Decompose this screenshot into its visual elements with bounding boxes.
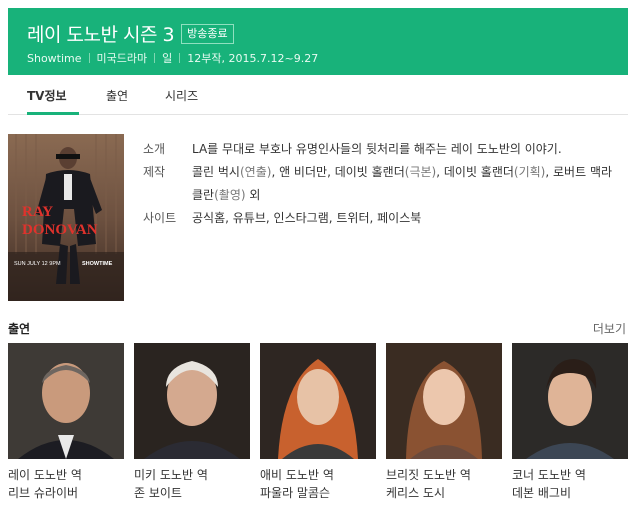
cast-item[interactable]: 미키 도노반 역 존 보이트 [134, 343, 250, 503]
cast-name[interactable]: 파울라 말콤슨 [260, 483, 376, 503]
divider [88, 53, 90, 63]
cast-role: 애비 도노반 역 [260, 468, 334, 482]
cast-role: 레이 도노반 역 [8, 468, 82, 482]
production-role: (극본) [404, 165, 437, 179]
cast-name[interactable]: 케리스 도시 [386, 483, 502, 503]
tab-cast[interactable]: 출연 [106, 87, 128, 104]
air-day-text: 일 [162, 52, 173, 65]
tab-bar: TV정보 출연 시리즈 [8, 75, 628, 115]
production-role: (기획) [513, 165, 546, 179]
status-badge: 방송종료 [181, 23, 234, 44]
cast-photo[interactable] [512, 343, 628, 459]
more-link[interactable]: 더보기 [593, 320, 626, 337]
poster-title-1: RAY [22, 204, 53, 220]
poster-network-logo: SHOWTIME [82, 261, 113, 267]
production-suffix: 외 [245, 188, 261, 202]
production-role: (연출) [239, 165, 272, 179]
cast-name[interactable]: 리브 슈라이버 [8, 483, 124, 503]
cast-photo[interactable] [386, 343, 502, 459]
title-row: 레이 도노반 시즌 3 방송종료 [27, 20, 234, 47]
divider [179, 53, 181, 63]
episodes-text: 12부작, 2015.7.12~9.27 [187, 52, 319, 65]
poster-tagline: SUN JULY 12 9PM [14, 261, 61, 267]
cast-list: 레이 도노반 역 리브 슈라이버 미키 도노반 역 존 보이트 애비 도노반 역… [8, 343, 636, 503]
sites-list: 공식홈, 유튜브, 인스타그램, 트위터, 페이스북 [192, 211, 422, 225]
sites-row: 사이트 공식홈, 유튜브, 인스타그램, 트위터, 페이스북 [143, 207, 613, 230]
poster-image[interactable]: RAY DONOVAN SUN JULY 12 9PM SHOWTIME [8, 134, 124, 301]
sites-label: 사이트 [143, 211, 177, 225]
site-link-youtube[interactable]: 유튜브 [233, 211, 266, 225]
production-list: 콜린 벅시(연출), 앤 비더만, 데이빗 홀랜더(극본), 데이빗 홀랜더(기… [192, 165, 613, 202]
cast-item[interactable]: 레이 도노반 역 리브 슈라이버 [8, 343, 124, 503]
cast-item[interactable]: 브리짓 도노반 역 케리스 도시 [386, 343, 502, 503]
active-tab-indicator [27, 112, 79, 115]
production-row: 제작 콜린 벅시(연출), 앤 비더만, 데이빗 홀랜더(극본), 데이빗 홀랜… [143, 161, 613, 207]
cast-role: 브리짓 도노반 역 [386, 468, 471, 482]
program-header: 레이 도노반 시즌 3 방송종료 Showtime 미국드라마 일 12부작, … [8, 8, 628, 75]
site-link-facebook[interactable]: 페이스북 [377, 211, 421, 225]
tab-tv-info[interactable]: TV정보 [27, 87, 67, 104]
cast-role: 미키 도노반 역 [134, 468, 208, 482]
cast-photo[interactable] [260, 343, 376, 459]
summary-row: 소개 LA를 무대로 부호나 유명인사들의 뒷처리를 해주는 레이 도노반의 이… [143, 138, 613, 161]
cast-photo[interactable] [134, 343, 250, 459]
poster-title-2: DONOVAN [22, 222, 98, 238]
divider [154, 53, 156, 63]
program-info: 소개 LA를 무대로 부호나 유명인사들의 뒷처리를 해주는 레이 도노반의 이… [143, 138, 613, 230]
cast-section-title: 출연 [8, 322, 31, 336]
program-title[interactable]: 레이 도노반 시즌 3 [27, 20, 175, 47]
cast-item[interactable]: 애비 도노반 역 파울라 말콤슨 [260, 343, 376, 503]
cast-name[interactable]: 존 보이트 [134, 483, 250, 503]
cast-role: 코너 도노반 역 [512, 468, 586, 482]
production-person[interactable]: 콜린 벅시 [192, 165, 240, 179]
production-person[interactable]: 앤 비더만 [279, 165, 327, 179]
site-link-instagram[interactable]: 인스타그램 [274, 211, 329, 225]
site-link-official[interactable]: 공식홈 [192, 211, 225, 225]
production-person[interactable]: 데이빗 홀랜더 [335, 165, 405, 179]
cast-photo[interactable] [8, 343, 124, 459]
site-link-twitter[interactable]: 트위터 [336, 211, 369, 225]
production-role: (촬영) [214, 188, 246, 202]
program-meta: Showtime 미국드라마 일 12부작, 2015.7.12~9.27 [27, 50, 318, 66]
summary-text: LA를 무대로 부호나 유명인사들의 뒷처리를 해주는 레이 도노반의 이야기. [192, 142, 562, 156]
cast-name[interactable]: 데본 배그비 [512, 483, 628, 503]
production-label: 제작 [143, 165, 166, 179]
production-person[interactable]: 데이빗 홀랜더 [444, 165, 514, 179]
tab-series[interactable]: 시리즈 [165, 87, 198, 104]
summary-label: 소개 [143, 142, 166, 156]
network-link[interactable]: Showtime [27, 52, 82, 65]
cast-item[interactable]: 코너 도노반 역 데본 배그비 [512, 343, 628, 503]
genre-text: 미국드라마 [96, 52, 148, 65]
